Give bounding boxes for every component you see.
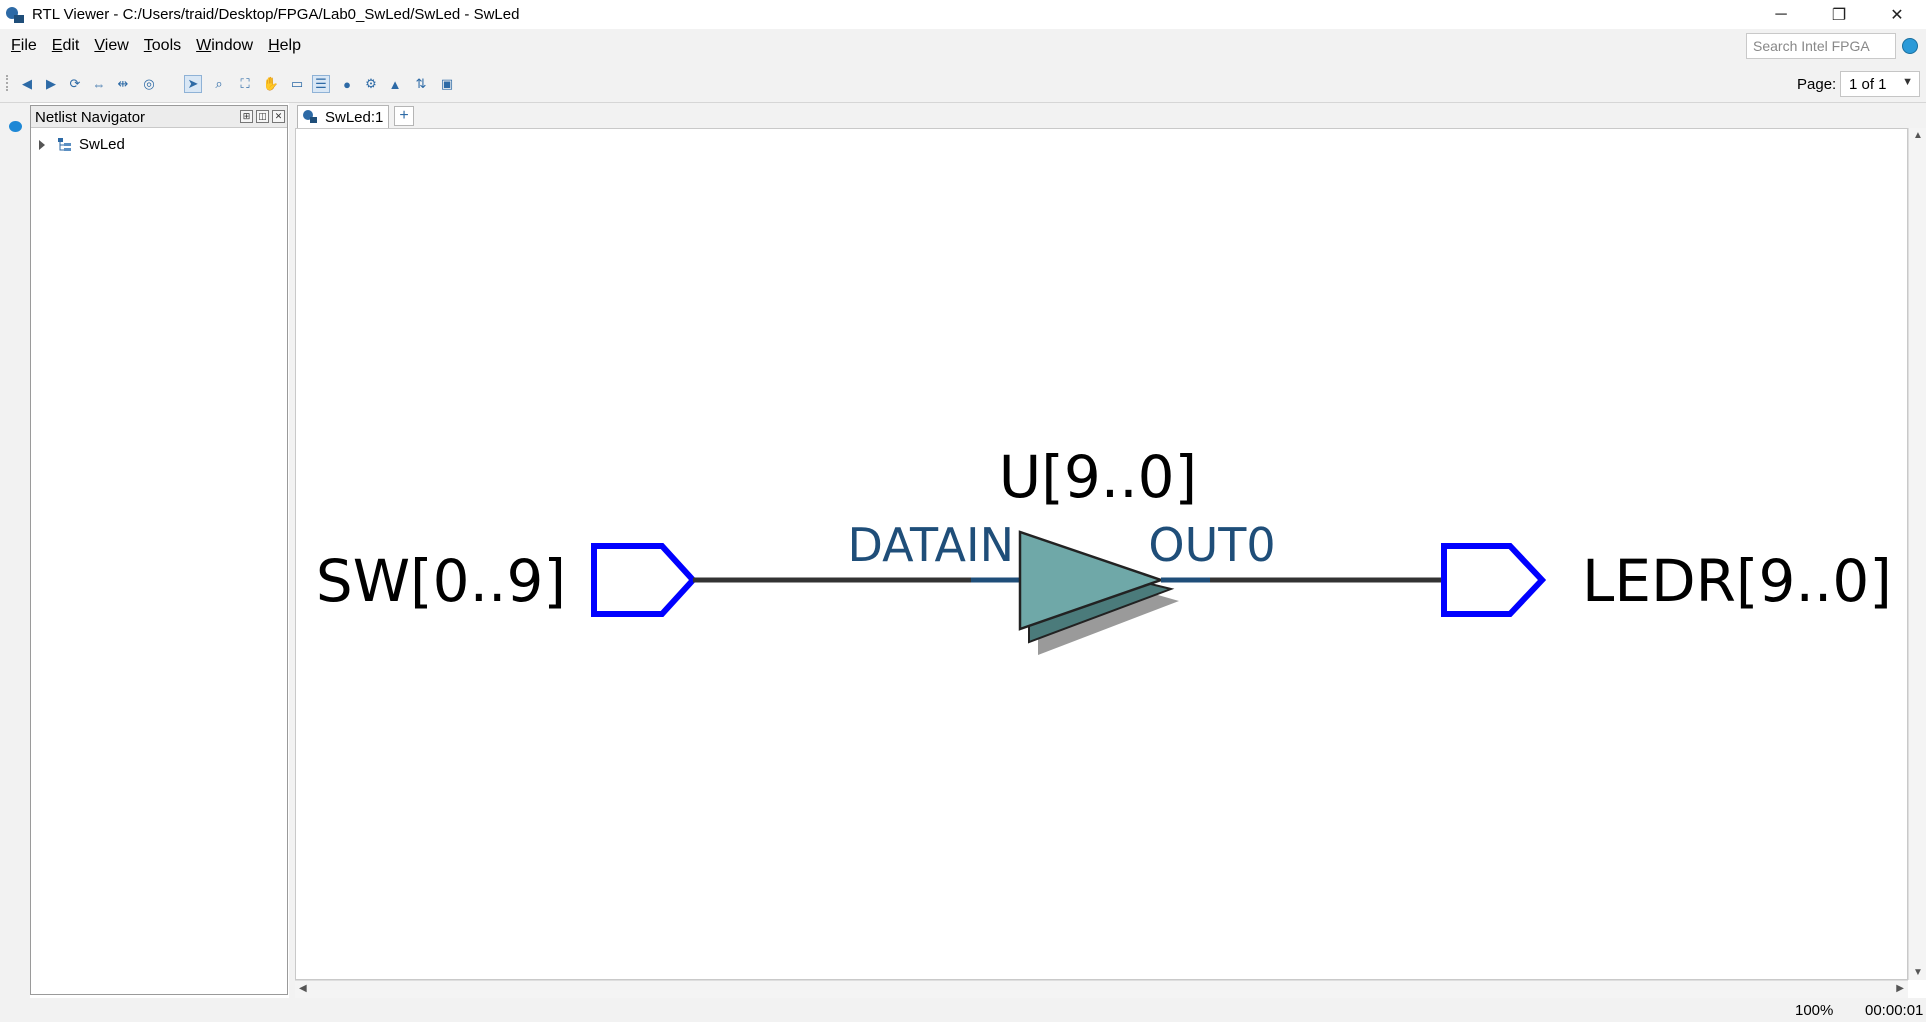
netlist-navigator-header: Netlist Navigator ⊞ ◫ ✕ xyxy=(31,106,287,128)
forward-icon[interactable]: ▶ xyxy=(42,75,60,93)
page-select-value: 1 of 1 xyxy=(1849,76,1887,93)
tree-item-swled[interactable]: SwLed xyxy=(39,136,125,153)
select-pointer-icon[interactable]: ➤ xyxy=(184,75,202,93)
tree-item-label: SwLed xyxy=(79,136,125,153)
expand-arrow-icon[interactable] xyxy=(39,139,45,150)
hierarchy-icon[interactable]: ☰ xyxy=(312,75,330,93)
collapse-icon[interactable]: ⇹ xyxy=(114,75,132,93)
rtl-viewer-app-icon xyxy=(6,6,24,23)
page-label: Page: xyxy=(1797,76,1837,93)
export-icon[interactable]: ▣ xyxy=(438,75,456,93)
page-select[interactable]: 1 of 1 ▼ xyxy=(1840,71,1920,97)
close-panel-icon[interactable]: ✕ xyxy=(272,110,285,123)
buffer-instance-label: U[9..0] xyxy=(999,443,1197,511)
out0-pin-label: OUT0 xyxy=(1148,518,1275,572)
left-dock-strip xyxy=(0,103,30,998)
horizontal-scrollbar[interactable]: ◀ ▶ xyxy=(295,980,1908,998)
output-port-ledr[interactable] xyxy=(1441,543,1547,617)
menu-edit[interactable]: Edit xyxy=(52,37,80,55)
toolbar: ◀ ▶ ⟳ ⇔ ⇹ ◎ ➤ ⌕ ⛶ ✋ ▭ ☰ ● ⚙ ▲ ⇅ ▣ Page: … xyxy=(0,63,1926,103)
menu-window[interactable]: Window xyxy=(196,37,253,55)
status-bar: 100% 00:00:01 xyxy=(0,998,1926,1022)
tab-bar: SwLed:1 + xyxy=(295,103,1926,128)
panel-controls: ⊞ ◫ ✕ xyxy=(240,110,285,123)
color-icon[interactable]: ● xyxy=(338,75,356,93)
menu-bar: File Edit View Tools Window Help Search … xyxy=(0,29,1926,63)
settings-gear-icon[interactable]: ⚙ xyxy=(362,75,380,93)
float-panel-icon[interactable]: ◫ xyxy=(256,110,269,123)
restore-button[interactable]: ❐ xyxy=(1810,0,1868,29)
tab-swled-1[interactable]: SwLed:1 xyxy=(297,105,389,128)
title-bar: RTL Viewer - C:/Users/traid/Desktop/FPGA… xyxy=(0,0,1926,29)
netlist-navigator-title: Netlist Navigator xyxy=(35,109,146,126)
vertical-scrollbar[interactable]: ▲ ▼ xyxy=(1908,128,1926,980)
chart-icon[interactable]: ▲ xyxy=(386,75,404,93)
netlist-icon[interactable]: ⇅ xyxy=(412,75,430,93)
toolbar-grip[interactable] xyxy=(6,75,9,91)
netlist-navigator-panel: Netlist Navigator ⊞ ◫ ✕ SwLed xyxy=(30,105,288,995)
close-button[interactable]: ✕ xyxy=(1868,0,1926,29)
menu-view[interactable]: View xyxy=(94,37,128,55)
select-region-icon[interactable]: ▭ xyxy=(288,75,306,93)
scroll-left-icon[interactable]: ◀ xyxy=(299,983,307,994)
menu-help[interactable]: Help xyxy=(268,37,301,55)
scroll-down-icon[interactable]: ▼ xyxy=(1913,967,1923,978)
scroll-up-icon[interactable]: ▲ xyxy=(1913,130,1923,141)
schematic-canvas[interactable]: SW[0..9] U[9..0] DATAIN OUT0 LEDR[9..0] xyxy=(295,128,1908,980)
window-title: RTL Viewer - C:/Users/traid/Desktop/FPGA… xyxy=(32,6,520,23)
messages-icon[interactable] xyxy=(9,121,22,132)
menu-file[interactable]: File xyxy=(11,37,37,55)
add-tab-button[interactable]: + xyxy=(394,106,414,126)
zoom-icon[interactable]: ⌕ xyxy=(210,75,228,93)
window-controls: ─ ❐ ✕ xyxy=(1752,0,1926,29)
input-port-label: SW[0..9] xyxy=(316,547,566,615)
expand-icon[interactable]: ⇔ xyxy=(90,75,108,93)
hierarchy-tree-icon xyxy=(58,137,71,151)
rtl-tab-icon xyxy=(303,110,317,123)
globe-icon[interactable] xyxy=(1902,38,1918,54)
refresh-icon[interactable]: ⟳ xyxy=(66,75,84,93)
schematic-svg: SW[0..9] U[9..0] DATAIN OUT0 LEDR[9..0] xyxy=(316,443,1892,655)
search-input[interactable]: Search Intel FPGA xyxy=(1746,33,1896,59)
elapsed-time: 00:00:01 xyxy=(1865,1002,1924,1019)
back-icon[interactable]: ◀ xyxy=(18,75,36,93)
find-binoculars-icon[interactable]: ◎ xyxy=(140,75,158,93)
menu-tools[interactable]: Tools xyxy=(144,37,181,55)
input-port-sw[interactable] xyxy=(591,543,698,617)
hand-pan-icon[interactable]: ✋ xyxy=(262,75,280,93)
scroll-right-icon[interactable]: ▶ xyxy=(1896,983,1904,994)
tab-label: SwLed:1 xyxy=(325,108,384,126)
datain-pin-label: DATAIN xyxy=(848,518,1014,572)
pin-panel-icon[interactable]: ⊞ xyxy=(240,110,253,123)
zoom-level: 100% xyxy=(1795,1002,1834,1019)
chevron-down-icon: ▼ xyxy=(1902,76,1913,88)
minimize-button[interactable]: ─ xyxy=(1752,0,1810,29)
fit-window-icon[interactable]: ⛶ xyxy=(236,75,254,93)
output-port-label: LEDR[9..0] xyxy=(1582,547,1892,615)
